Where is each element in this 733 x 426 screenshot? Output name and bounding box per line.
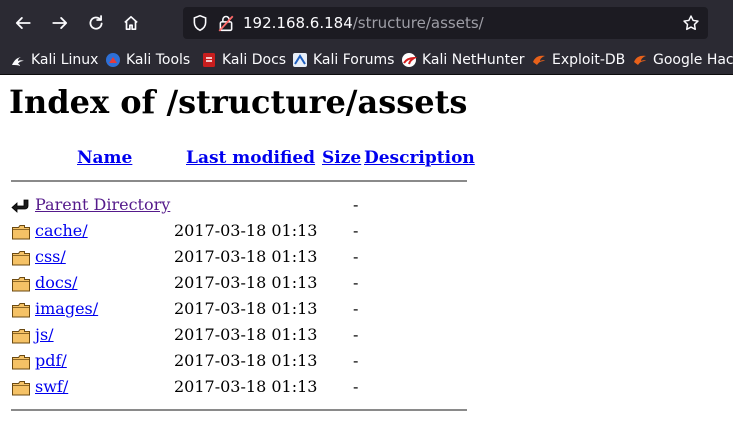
- folder-link[interactable]: docs/: [35, 273, 77, 292]
- reload-button[interactable]: [84, 11, 108, 35]
- kali-nethunter-icon: [402, 53, 417, 67]
- folder-icon: [12, 277, 30, 292]
- page-title: Index of /structure/assets: [9, 83, 468, 121]
- table-row: swf/2017-03-18 01:13 -: [11, 377, 471, 399]
- last-modified-cell: 2017-03-18 01:13: [174, 299, 318, 318]
- bookmark-kali-tools[interactable]: Kali Tools: [105, 50, 190, 70]
- bookmarks-toolbar: Kali Linux Kali Tools Kali Docs Kali For…: [0, 46, 733, 74]
- bookmark-label: Kali Docs: [222, 52, 287, 68]
- size-cell: -: [353, 377, 359, 396]
- folder-icon: [12, 251, 30, 266]
- bookmark-label: Google Hack: [653, 52, 733, 68]
- kali-tools-icon: [106, 53, 120, 67]
- table-row: css/2017-03-18 01:13 -: [11, 247, 471, 269]
- column-name-sort-link[interactable]: Name: [77, 148, 132, 168]
- size-cell: -: [353, 221, 359, 240]
- size-cell: -: [353, 273, 359, 292]
- last-modified-cell: 2017-03-18 01:13: [174, 273, 318, 292]
- bookmark-kali-docs[interactable]: Kali Docs: [201, 50, 286, 70]
- last-modified-cell: 2017-03-18 01:13: [174, 351, 318, 370]
- google-hacking-icon: [634, 55, 646, 65]
- last-modified-cell: 2017-03-18 01:13: [174, 247, 318, 266]
- exploit-db-icon: [533, 55, 545, 65]
- bookmark-kali-forums[interactable]: Kali Forums: [292, 50, 394, 70]
- folder-link[interactable]: pdf/: [35, 351, 67, 370]
- footer-rule: [11, 409, 467, 411]
- size-cell: -: [353, 247, 359, 266]
- home-button[interactable]: [119, 11, 143, 35]
- header-rule: [11, 180, 467, 182]
- table-row: docs/2017-03-18 01:13 -: [11, 273, 471, 295]
- folder-icon: [12, 329, 30, 344]
- last-modified-cell: 2017-03-18 01:13: [174, 377, 318, 396]
- folder-link[interactable]: js/: [35, 325, 54, 344]
- reload-icon: [89, 15, 103, 30]
- bookmark-label: Kali NetHunter: [422, 52, 525, 68]
- column-last-modified-sort-link[interactable]: Last modified: [186, 148, 315, 168]
- page-content: Index of /structure/assets Name Last mod…: [0, 75, 733, 426]
- insecure-lock-icon[interactable]: [217, 14, 235, 32]
- address-bar[interactable]: 192.168.6.184/structure/assets/: [183, 7, 708, 39]
- table-row: images/2017-03-18 01:13 -: [11, 299, 471, 321]
- size-cell: -: [353, 351, 359, 370]
- home-icon: [124, 15, 138, 31]
- folder-link[interactable]: cache/: [35, 221, 88, 240]
- back-arrow-icon: [11, 199, 29, 213]
- url-host: 192.168.6.184: [243, 14, 353, 32]
- url-text[interactable]: 192.168.6.184/structure/assets/: [243, 14, 484, 32]
- bookmark-kali-nethunter[interactable]: Kali NetHunter: [401, 50, 524, 70]
- table-row-parent: Parent Directory -: [11, 195, 471, 217]
- folder-link[interactable]: images/: [35, 299, 98, 318]
- bookmark-label: Exploit-DB: [552, 52, 626, 68]
- size-cell: -: [353, 325, 359, 344]
- folder-link[interactable]: css/: [35, 247, 66, 266]
- shield-icon[interactable]: [191, 14, 209, 32]
- bookmark-exploit-db[interactable]: Exploit-DB: [531, 50, 625, 70]
- bookmark-label: Kali Forums: [313, 52, 395, 68]
- folder-icon: [12, 381, 30, 396]
- bookmark-google-hacking[interactable]: Google Hack: [632, 50, 733, 70]
- folder-icon: [12, 355, 30, 370]
- folder-link[interactable]: swf/: [35, 377, 68, 396]
- star-icon[interactable]: [682, 14, 700, 32]
- size-cell: -: [353, 195, 359, 214]
- last-modified-cell: 2017-03-18 01:13: [174, 325, 318, 344]
- kali-dragon-icon: [12, 57, 24, 66]
- table-row: js/2017-03-18 01:13 -: [11, 325, 471, 347]
- column-description-sort-link[interactable]: Description: [364, 148, 475, 168]
- column-size-sort-link[interactable]: Size: [322, 148, 361, 168]
- back-button[interactable]: [11, 11, 35, 35]
- bookmark-label: Kali Linux: [31, 52, 99, 68]
- kali-docs-icon: [203, 53, 215, 67]
- forward-button[interactable]: [48, 11, 72, 35]
- bookmark-kali-linux[interactable]: Kali Linux: [10, 50, 98, 70]
- table-row: pdf/2017-03-18 01:13 -: [11, 351, 471, 373]
- size-cell: -: [353, 299, 359, 318]
- arrow-right-icon: [52, 17, 68, 29]
- browser-toolbar: 192.168.6.184/structure/assets/: [0, 0, 733, 46]
- bookmark-label: Kali Tools: [126, 52, 191, 68]
- arrow-left-icon: [15, 17, 31, 29]
- url-path: /structure/assets/: [352, 14, 484, 32]
- kali-forums-icon: [293, 53, 307, 67]
- table-row: cache/2017-03-18 01:13 -: [11, 221, 471, 243]
- last-modified-cell: 2017-03-18 01:13: [174, 221, 318, 240]
- folder-icon: [12, 303, 30, 318]
- folder-icon: [12, 225, 30, 240]
- parent-directory-link[interactable]: Parent Directory: [35, 195, 170, 214]
